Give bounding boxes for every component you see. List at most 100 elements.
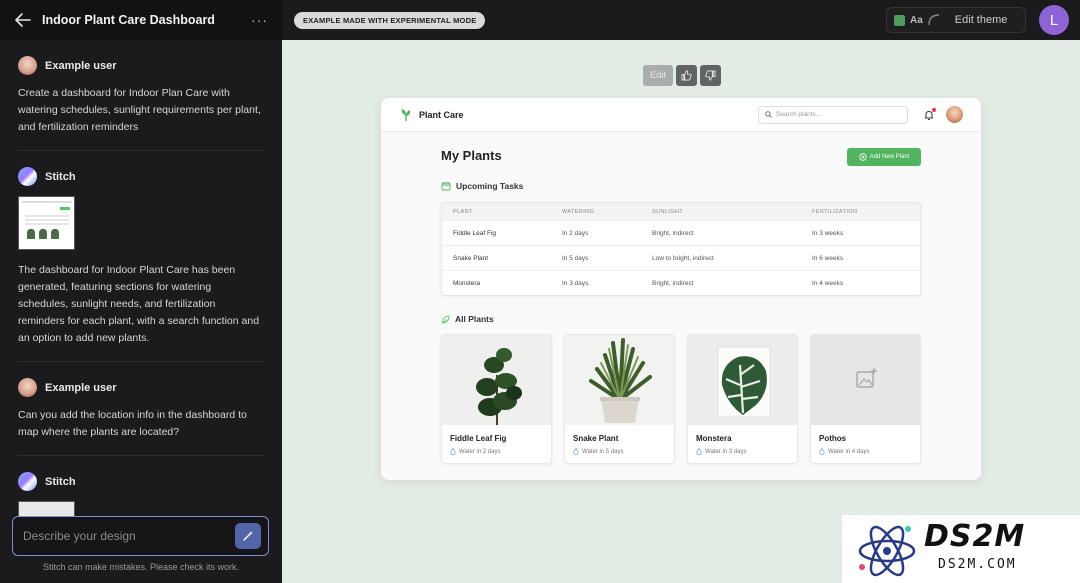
edit-button[interactable]: Edit xyxy=(643,65,673,86)
thumbs-down-button[interactable] xyxy=(700,65,721,86)
watermark: DS2M DS2M.COM xyxy=(842,515,1080,583)
disclaimer-text: Stitch can make mistakes. Please check i… xyxy=(42,562,240,572)
upcoming-tasks-heading: Upcoming Tasks xyxy=(441,181,523,191)
experimental-mode-badge: EXAMPLE MADE WITH EXPERIMENTAL MODE xyxy=(294,11,486,29)
edit-theme-button[interactable]: Aa Edit theme xyxy=(886,7,1026,33)
cell-sunlight: Low to bright, indirect xyxy=(652,254,714,262)
all-plants-heading: All Plants xyxy=(441,314,494,324)
cell-sunlight: Bright, indirect xyxy=(652,229,694,237)
plant-card[interactable]: Pothos Water in 4 days xyxy=(810,334,921,464)
cell-watering: In 3 days xyxy=(562,280,589,287)
plant-image-placeholder xyxy=(811,335,920,425)
magic-wand-icon xyxy=(243,531,253,541)
water-schedule: Water in 5 days xyxy=(582,448,624,455)
plus-circle-icon xyxy=(858,153,867,161)
top-bar: EXAMPLE MADE WITH EXPERIMENTAL MODE Aa E… xyxy=(282,0,1080,40)
chat-thread: Example user Create a dashboard for Indo… xyxy=(0,40,282,519)
water-schedule: Water in 4 days xyxy=(828,448,870,455)
plant-image-fiddle-leaf-fig xyxy=(442,335,551,425)
watermark-text: DS2M xyxy=(924,519,1026,554)
chat-panel: Indoor Plant Care Dashboard ··· Example … xyxy=(0,0,282,583)
plant-search-input[interactable]: Search plants... xyxy=(758,105,908,124)
cell-plant: Fiddle Leaf Fig xyxy=(453,229,496,237)
preview-user-avatar[interactable] xyxy=(946,106,963,123)
stitch-avatar-icon xyxy=(18,167,37,186)
water-schedule: Water in 2 days xyxy=(459,448,501,455)
message-author: Example user xyxy=(45,381,117,394)
plant-name: Pothos xyxy=(819,434,847,443)
add-new-plant-button[interactable]: Add New Plant xyxy=(847,148,921,166)
calendar-icon xyxy=(441,182,451,191)
atom-logo-icon xyxy=(858,525,916,577)
cell-watering: In 2 days xyxy=(562,229,589,237)
notification-bell-icon[interactable] xyxy=(922,107,936,122)
user-avatar-icon xyxy=(18,56,37,75)
message-author: Stitch xyxy=(45,475,76,488)
thumbs-down-icon xyxy=(705,70,716,81)
add-photo-icon xyxy=(856,368,877,388)
col-header: WATERING xyxy=(562,208,595,215)
plant-card[interactable]: Fiddle Leaf Fig Water in 2 days xyxy=(441,334,552,464)
cell-watering: In 5 days xyxy=(562,254,589,262)
water-drop-icon xyxy=(696,448,702,455)
search-placeholder: Search plants... xyxy=(776,111,822,118)
cell-fertilization: In 4 weeks xyxy=(812,280,844,287)
message-author: Stitch xyxy=(45,170,76,183)
design-thumbnail[interactable] xyxy=(18,196,75,250)
plant-grid: Fiddle Leaf Fig Water in 2 days Snake Pl… xyxy=(441,334,921,464)
col-header: SUNLIGHT xyxy=(652,208,684,215)
thumbs-up-icon xyxy=(681,70,692,81)
upcoming-tasks-label: Upcoming Tasks xyxy=(456,181,524,191)
watermark-url: DS2M.COM xyxy=(938,557,1017,572)
add-new-plant-label: Add New Plant xyxy=(869,154,910,160)
message-text: Can you add the location info in the das… xyxy=(18,409,247,438)
chat-message: Example user Can you add the location in… xyxy=(18,362,264,456)
table-row[interactable]: Fiddle Leaf Fig In 2 days Bright, indire… xyxy=(442,221,920,246)
plant-name: Monstera xyxy=(696,434,732,443)
prompt-input-box[interactable] xyxy=(12,516,269,556)
table-row[interactable]: Monstera In 3 days Bright, indirect In 4… xyxy=(442,271,920,296)
cell-plant: Monstera xyxy=(453,280,481,287)
message-author: Example user xyxy=(45,59,117,72)
arrow-left-icon[interactable] xyxy=(14,11,32,29)
more-options-icon[interactable]: ··· xyxy=(251,12,268,28)
plant-card[interactable]: Snake Plant Water in 5 days xyxy=(564,334,675,464)
water-schedule: Water in 3 days xyxy=(705,448,747,455)
plant-logo-icon xyxy=(401,108,411,121)
page-title: My Plants xyxy=(441,148,502,163)
plant-card[interactable]: Monstera Water in 3 days xyxy=(687,334,798,464)
design-preview[interactable]: Plant Care Search plants... My Plants Ad… xyxy=(381,98,981,480)
prompt-input[interactable] xyxy=(23,529,235,543)
user-avatar-icon xyxy=(18,378,37,397)
col-header: PLANT xyxy=(453,208,473,215)
cell-fertilization: In 6 weeks xyxy=(812,254,844,262)
plant-water-info: Water in 5 days xyxy=(565,443,674,455)
theme-color-swatch xyxy=(894,14,905,26)
account-avatar[interactable]: L xyxy=(1039,5,1069,35)
plant-water-info: Water in 4 days xyxy=(811,443,920,455)
project-title: Indoor Plant Care Dashboard xyxy=(42,13,215,27)
preview-header: Plant Care Search plants... xyxy=(381,98,981,132)
stitch-avatar-icon xyxy=(18,472,37,491)
thumbs-up-button[interactable] xyxy=(676,65,697,86)
send-button[interactable] xyxy=(235,523,261,549)
all-plants-label: All Plants xyxy=(455,314,494,324)
corner-radius-icon xyxy=(928,14,939,26)
plant-image-monstera xyxy=(688,335,797,425)
canvas-controls: Edit xyxy=(643,65,721,86)
table-row[interactable]: Snake Plant In 5 days Low to bright, ind… xyxy=(442,246,920,271)
table-header-row: PLANT WATERING SUNLIGHT FERTILIZATION xyxy=(442,203,920,221)
tasks-table: PLANT WATERING SUNLIGHT FERTILIZATION Fi… xyxy=(441,202,921,296)
preview-brand: Plant Care xyxy=(419,109,464,120)
search-icon xyxy=(765,111,772,118)
chat-header: Indoor Plant Care Dashboard ··· xyxy=(0,0,282,40)
plant-name: Fiddle Leaf Fig xyxy=(450,434,507,443)
message-text: The dashboard for Indoor Plant Care has … xyxy=(18,264,260,344)
message-text: Create a dashboard for Indoor Plan Care … xyxy=(18,87,261,133)
cell-sunlight: Bright, indirect xyxy=(652,280,694,287)
plant-name: Snake Plant xyxy=(573,434,619,443)
plant-water-info: Water in 3 days xyxy=(688,443,797,455)
chat-message: Example user Create a dashboard for Indo… xyxy=(18,40,264,151)
font-aa-icon: Aa xyxy=(910,14,923,26)
water-drop-icon xyxy=(573,448,579,455)
